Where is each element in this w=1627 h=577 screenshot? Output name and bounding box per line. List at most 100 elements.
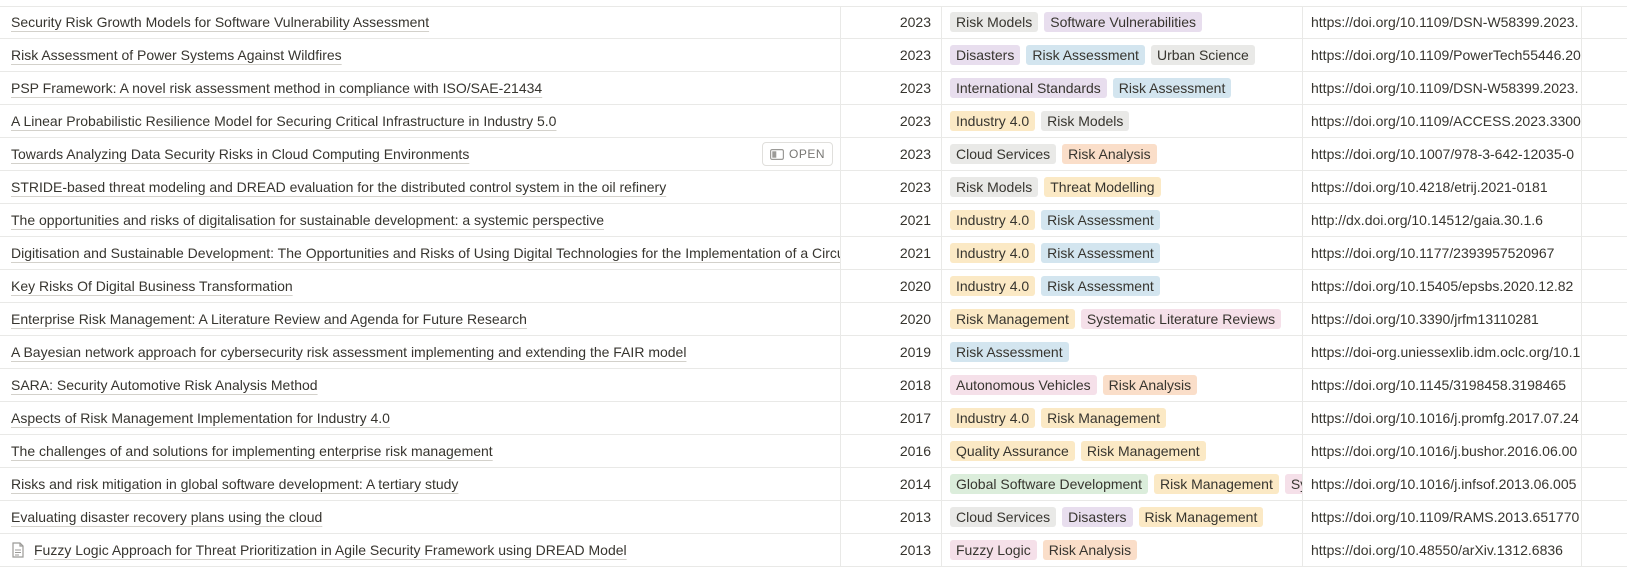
title-cell[interactable]: Risk Assessment of Power Systems Against…: [0, 39, 841, 71]
tags-cell[interactable]: International Standards Risk Assessment: [942, 72, 1303, 104]
year-cell[interactable]: 2023: [841, 138, 942, 170]
tags-cell[interactable]: Cloud Services Risk Analysis: [942, 138, 1303, 170]
tags-cell[interactable]: Risk Assessment: [942, 336, 1303, 368]
year-cell[interactable]: 2018: [841, 369, 942, 401]
tags-cell[interactable]: Risk Models Threat Modelling: [942, 171, 1303, 203]
doi-link[interactable]: https://doi.org/10.1109/ACCESS.2023.3300…: [1311, 113, 1581, 129]
doi-cell[interactable]: https://doi.org/10.1109/PowerTech55446.2…: [1303, 39, 1582, 71]
doi-link[interactable]: https://doi.org/10.4218/etrij.2021-0181: [1311, 179, 1548, 195]
doi-cell[interactable]: https://doi.org/10.1145/3198458.3198465: [1303, 369, 1582, 401]
tags-cell[interactable]: Autonomous Vehicles Risk Analysis: [942, 369, 1303, 401]
tags-cell[interactable]: Disasters Risk Assessment Urban Science: [942, 39, 1303, 71]
table-row[interactable]: Towards Analyzing Data Security Risks in…: [0, 138, 1627, 171]
table-row[interactable]: STRIDE-based threat modeling and DREAD e…: [0, 171, 1627, 204]
title-cell[interactable]: STRIDE-based threat modeling and DREAD e…: [0, 171, 841, 203]
tags-cell[interactable]: Industry 4.0 Risk Assessment: [942, 237, 1303, 269]
table-row[interactable]: The opportunities and risks of digitalis…: [0, 204, 1627, 237]
doi-cell[interactable]: https://doi.org/10.1016/j.promfg.2017.07…: [1303, 402, 1582, 434]
paper-title[interactable]: Enterprise Risk Management: A Literature…: [11, 311, 527, 327]
year-cell[interactable]: 2017: [841, 402, 942, 434]
paper-title[interactable]: Security Risk Growth Models for Software…: [11, 14, 429, 30]
paper-title[interactable]: PSP Framework: A novel risk assessment m…: [11, 80, 542, 96]
year-cell[interactable]: 2019: [841, 336, 942, 368]
doi-link[interactable]: https://doi.org/10.1109/PowerTech55446.2…: [1311, 47, 1581, 63]
title-cell[interactable]: The challenges of and solutions for impl…: [0, 435, 841, 467]
table-row[interactable]: Security Risk Growth Models for Software…: [0, 6, 1627, 39]
title-cell[interactable]: Aspects of Risk Management Implementatio…: [0, 402, 841, 434]
table-row[interactable]: Key Risks Of Digital Business Transforma…: [0, 270, 1627, 303]
doi-cell[interactable]: https://doi.org/10.1109/RAMS.2013.651770: [1303, 501, 1582, 533]
doi-cell[interactable]: https://doi.org/10.1109/DSN-W58399.2023.: [1303, 72, 1582, 104]
doi-link[interactable]: https://doi.org/10.1016/j.promfg.2017.07…: [1311, 410, 1579, 426]
table-row[interactable]: Digitisation and Sustainable Development…: [0, 237, 1627, 270]
tags-cell[interactable]: Industry 4.0 Risk Assessment: [942, 204, 1303, 236]
doi-link[interactable]: https://doi.org/10.15405/epsbs.2020.12.8…: [1311, 278, 1573, 294]
title-cell[interactable]: Fuzzy Logic Approach for Threat Prioriti…: [0, 534, 841, 566]
table-row[interactable]: A Linear Probabilistic Resilience Model …: [0, 105, 1627, 138]
paper-title[interactable]: Aspects of Risk Management Implementatio…: [11, 410, 390, 426]
year-cell[interactable]: 2013: [841, 534, 942, 566]
title-cell[interactable]: The opportunities and risks of digitalis…: [0, 204, 841, 236]
tags-cell[interactable]: Global Software Development Risk Manageme…: [942, 468, 1303, 500]
year-cell[interactable]: 2013: [841, 501, 942, 533]
paper-title[interactable]: The challenges of and solutions for impl…: [11, 443, 493, 459]
doi-link[interactable]: https://doi.org/10.1109/DSN-W58399.2023.: [1311, 14, 1578, 30]
title-cell[interactable]: Enterprise Risk Management: A Literature…: [0, 303, 841, 335]
doi-link[interactable]: https://doi.org/10.1145/3198458.3198465: [1311, 377, 1566, 393]
doi-cell[interactable]: https://doi.org/10.1007/978-3-642-12035-…: [1303, 138, 1582, 170]
table-row[interactable]: Risk Assessment of Power Systems Against…: [0, 39, 1627, 72]
year-cell[interactable]: 2023: [841, 6, 942, 38]
doi-cell[interactable]: https://doi-org.uniessexlib.idm.oclc.org…: [1303, 336, 1582, 368]
paper-title[interactable]: The opportunities and risks of digitalis…: [11, 212, 604, 228]
year-cell[interactable]: 2020: [841, 303, 942, 335]
title-cell[interactable]: SARA: Security Automotive Risk Analysis …: [0, 369, 841, 401]
doi-link[interactable]: https://doi.org/10.1016/j.infsof.2013.06…: [1311, 476, 1576, 492]
doi-cell[interactable]: https://doi.org/10.15405/epsbs.2020.12.8…: [1303, 270, 1582, 302]
year-cell[interactable]: 2021: [841, 204, 942, 236]
table-row[interactable]: Enterprise Risk Management: A Literature…: [0, 303, 1627, 336]
doi-cell[interactable]: https://doi.org/10.48550/arXiv.1312.6836: [1303, 534, 1582, 566]
doi-link[interactable]: https://doi.org/10.1016/j.bushor.2016.06…: [1311, 443, 1577, 459]
doi-link[interactable]: https://doi.org/10.1109/RAMS.2013.651770: [1311, 509, 1579, 525]
year-cell[interactable]: 2023: [841, 105, 942, 137]
table-row[interactable]: Aspects of Risk Management Implementatio…: [0, 402, 1627, 435]
paper-title[interactable]: A Linear Probabilistic Resilience Model …: [11, 113, 556, 129]
title-cell[interactable]: Towards Analyzing Data Security Risks in…: [0, 138, 841, 170]
doi-cell[interactable]: http://dx.doi.org/10.14512/gaia.30.1.6: [1303, 204, 1582, 236]
doi-link[interactable]: https://doi.org/10.48550/arXiv.1312.6836: [1311, 542, 1563, 558]
title-cell[interactable]: A Bayesian network approach for cybersec…: [0, 336, 841, 368]
table-row[interactable]: Fuzzy Logic Approach for Threat Prioriti…: [0, 534, 1627, 567]
doi-cell[interactable]: https://doi.org/10.1016/j.bushor.2016.06…: [1303, 435, 1582, 467]
year-cell[interactable]: 2020: [841, 270, 942, 302]
tags-cell[interactable]: Risk Management Systematic Literature Rev…: [942, 303, 1303, 335]
tags-cell[interactable]: Industry 4.0 Risk Assessment: [942, 270, 1303, 302]
paper-title[interactable]: Fuzzy Logic Approach for Threat Prioriti…: [34, 542, 627, 558]
tags-cell[interactable]: Fuzzy Logic Risk Analysis: [942, 534, 1303, 566]
table-row[interactable]: A Bayesian network approach for cybersec…: [0, 336, 1627, 369]
paper-title[interactable]: SARA: Security Automotive Risk Analysis …: [11, 377, 318, 393]
doi-link[interactable]: https://doi.org/10.1177/2393957520967: [1311, 245, 1554, 261]
year-cell[interactable]: 2023: [841, 39, 942, 71]
doi-link[interactable]: https://doi.org/10.3390/jrfm13110281: [1311, 311, 1539, 327]
doi-cell[interactable]: https://doi.org/10.1016/j.infsof.2013.06…: [1303, 468, 1582, 500]
title-cell[interactable]: PSP Framework: A novel risk assessment m…: [0, 72, 841, 104]
doi-cell[interactable]: https://doi.org/10.3390/jrfm13110281: [1303, 303, 1582, 335]
open-page-button[interactable]: OPEN: [761, 142, 833, 166]
year-cell[interactable]: 2014: [841, 468, 942, 500]
tags-cell[interactable]: Quality Assurance Risk Management: [942, 435, 1303, 467]
tags-cell[interactable]: Industry 4.0 Risk Models: [942, 105, 1303, 137]
doi-link[interactable]: http://dx.doi.org/10.14512/gaia.30.1.6: [1311, 212, 1543, 228]
title-cell[interactable]: A Linear Probabilistic Resilience Model …: [0, 105, 841, 137]
table-row[interactable]: Evaluating disaster recovery plans using…: [0, 501, 1627, 534]
paper-title[interactable]: Digitisation and Sustainable Development…: [11, 245, 840, 261]
table-row[interactable]: The challenges of and solutions for impl…: [0, 435, 1627, 468]
paper-title[interactable]: Risk Assessment of Power Systems Against…: [11, 47, 342, 63]
doi-link[interactable]: https://doi-org.uniessexlib.idm.oclc.org…: [1311, 344, 1580, 360]
doi-link[interactable]: https://doi.org/10.1007/978-3-642-12035-…: [1311, 146, 1574, 162]
title-cell[interactable]: Key Risks Of Digital Business Transforma…: [0, 270, 841, 302]
tags-cell[interactable]: Risk Models Software Vulnerabilities: [942, 6, 1303, 38]
tags-cell[interactable]: Cloud Services Disasters Risk Management: [942, 501, 1303, 533]
table-row[interactable]: Risks and risk mitigation in global soft…: [0, 468, 1627, 501]
doi-cell[interactable]: https://doi.org/10.1177/2393957520967: [1303, 237, 1582, 269]
table-row[interactable]: SARA: Security Automotive Risk Analysis …: [0, 369, 1627, 402]
